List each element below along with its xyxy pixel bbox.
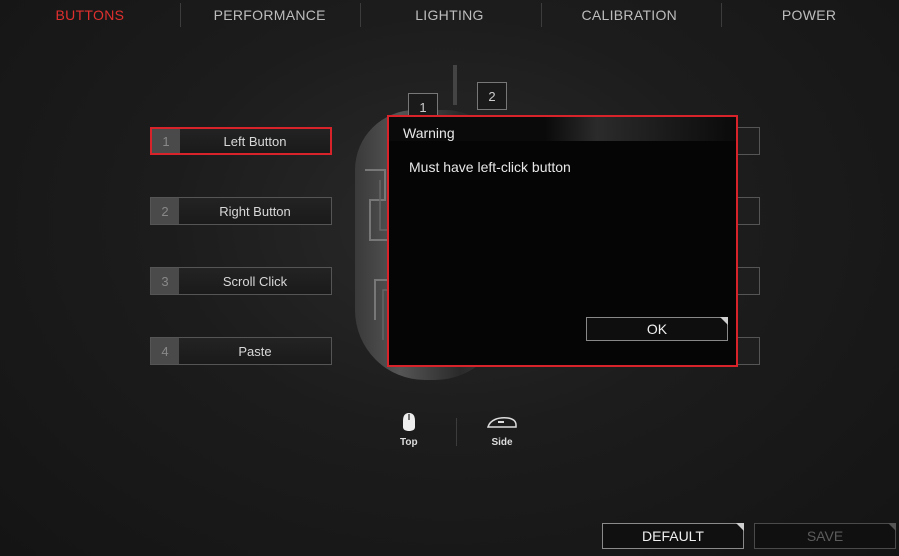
tab-power[interactable]: POWER: [719, 0, 899, 30]
dialog-message: Must have left-click button: [409, 159, 571, 175]
tab-buttons[interactable]: BUTTONS: [0, 0, 180, 30]
default-button[interactable]: DEFAULT: [602, 523, 744, 549]
button-assignment-2[interactable]: 2 Right Button: [150, 197, 332, 225]
save-button[interactable]: SAVE: [754, 523, 896, 549]
view-side-toggle[interactable]: Side: [486, 412, 518, 448]
mouse-side-icon: [487, 417, 517, 428]
button-label: Paste: [179, 338, 331, 364]
button-number: 1: [152, 129, 180, 153]
nav-divider: [180, 3, 181, 27]
button-number: 2: [151, 198, 179, 224]
button-assignment-3[interactable]: 3 Scroll Click: [150, 267, 332, 295]
top-nav: BUTTONS PERFORMANCE LIGHTING CALIBRATION…: [0, 0, 899, 30]
save-button-label: SAVE: [806, 528, 844, 544]
button-label: Left Button: [180, 129, 330, 153]
button-label: Scroll Click: [179, 268, 331, 294]
mouse-marker-2[interactable]: 2: [477, 82, 507, 110]
button-label: Right Button: [179, 198, 331, 224]
dialog-title: Warning: [403, 125, 455, 141]
corner-accent: [888, 523, 896, 531]
button-assignment-1[interactable]: 1 Left Button: [150, 127, 332, 155]
nav-divider: [541, 3, 542, 27]
button-number: 3: [151, 268, 179, 294]
default-button-label: DEFAULT: [642, 528, 704, 544]
view-side-label: Side: [491, 437, 513, 448]
view-divider: [456, 418, 457, 446]
view-top-toggle[interactable]: Top: [400, 412, 418, 448]
ok-button[interactable]: OK: [586, 317, 728, 341]
view-top-label: Top: [400, 437, 418, 448]
tab-calibration[interactable]: CALIBRATION: [539, 0, 719, 30]
corner-accent: [720, 317, 728, 325]
warning-dialog: Warning Must have left-click button OK: [387, 115, 738, 367]
ok-button-label: OK: [646, 321, 668, 337]
nav-divider: [721, 3, 722, 27]
tab-lighting[interactable]: LIGHTING: [360, 0, 540, 30]
mouse-top-icon: [402, 413, 415, 431]
tab-performance[interactable]: PERFORMANCE: [180, 0, 360, 30]
corner-accent: [736, 523, 744, 531]
button-number: 4: [151, 338, 179, 364]
nav-divider: [360, 3, 361, 27]
button-assignment-4[interactable]: 4 Paste: [150, 337, 332, 365]
